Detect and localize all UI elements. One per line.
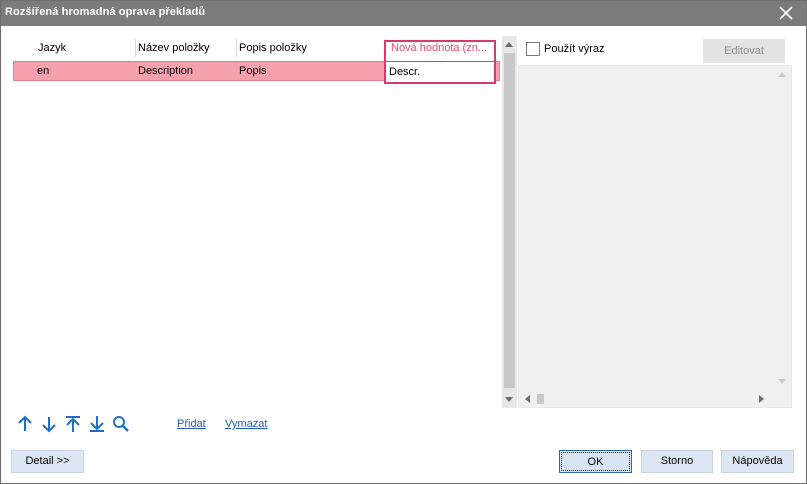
cell-popis: Popis: [239, 65, 267, 77]
ok-button-label: OK: [561, 452, 630, 471]
focus-divider: [386, 61, 494, 62]
grid-vertical-scrollbar[interactable]: [502, 36, 517, 408]
scroll-up-icon[interactable]: [778, 72, 786, 77]
arrow-up-icon[interactable]: [16, 415, 34, 433]
dialog-window: Rozšířená hromadná oprava překladů Jazyk…: [0, 0, 807, 484]
use-expression-checkbox[interactable]: [526, 42, 540, 56]
column-header-nazev[interactable]: Název položky: [138, 42, 210, 54]
scrollbar-thumb[interactable]: [537, 394, 544, 404]
cell-nazev: Description: [138, 65, 194, 77]
add-link[interactable]: Přidat: [177, 418, 206, 430]
scroll-down-icon[interactable]: [778, 379, 786, 384]
cancel-button[interactable]: Storno: [641, 450, 713, 473]
scroll-right-icon[interactable]: [759, 395, 764, 403]
ok-button[interactable]: OK: [559, 450, 632, 473]
scroll-down-icon[interactable]: [505, 397, 513, 402]
column-separator[interactable]: [236, 39, 237, 57]
cell-jazyk: en: [37, 65, 50, 77]
column-separator[interactable]: [135, 39, 136, 57]
delete-link[interactable]: Vymazat: [225, 418, 267, 430]
column-header-popis[interactable]: Popis položky: [239, 42, 307, 54]
title-bar: Rozšířená hromadná oprava překladů: [1, 1, 806, 26]
edit-button[interactable]: Editovat: [703, 39, 785, 63]
translation-grid: Jazyk Název položky Popis položky Nová h…: [11, 36, 502, 408]
scroll-up-icon[interactable]: [505, 42, 513, 47]
close-icon[interactable]: [776, 2, 796, 24]
expression-horizontal-scrollbar[interactable]: [519, 391, 791, 407]
search-icon[interactable]: [112, 415, 130, 433]
scroll-left-icon[interactable]: [525, 395, 530, 403]
focused-column-highlight: [384, 40, 496, 84]
expression-editor[interactable]: [518, 65, 792, 408]
column-header-jazyk[interactable]: Jazyk: [38, 42, 66, 54]
arrow-to-bottom-icon[interactable]: [88, 415, 106, 433]
arrow-to-top-icon[interactable]: [64, 415, 82, 433]
arrow-down-icon[interactable]: [40, 415, 58, 433]
detail-button[interactable]: Detail >>: [11, 450, 84, 473]
scrollbar-thumb[interactable]: [504, 53, 515, 388]
window-title: Rozšířená hromadná oprava překladů: [5, 6, 206, 18]
use-expression-label[interactable]: Použít výraz: [544, 43, 605, 55]
expression-vertical-scrollbar[interactable]: [775, 66, 790, 392]
help-button[interactable]: Nápověda: [721, 450, 794, 473]
